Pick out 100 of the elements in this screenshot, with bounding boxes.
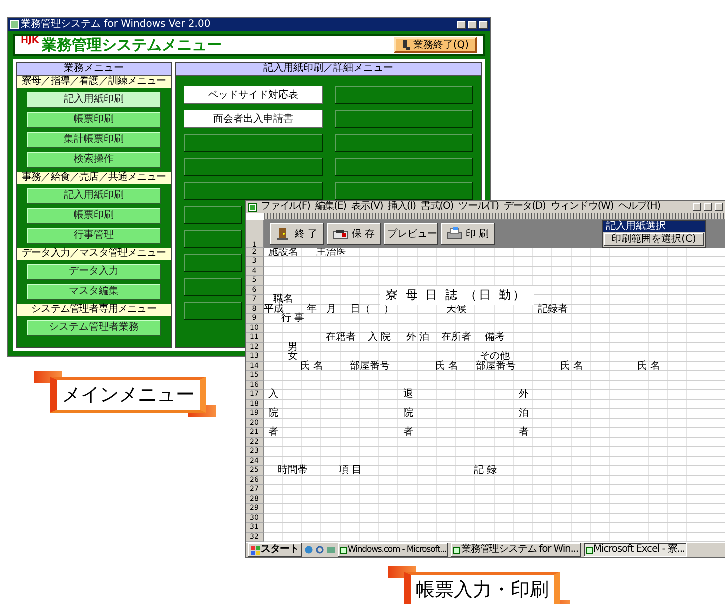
taskbar-button[interactable]: 業務管理システム for Win...: [451, 543, 580, 557]
table-cell-text: 在所者: [440, 333, 472, 342]
menu-button[interactable]: 行事管理: [27, 228, 161, 244]
table-cell-text: その他: [480, 352, 510, 362]
toolbar-button[interactable]: プレビュー: [384, 222, 438, 244]
windows-logo-icon: [251, 546, 260, 554]
taskbar-button[interactable]: Windows.com - Microsoft...: [338, 543, 448, 557]
empty-button[interactable]: [334, 134, 473, 152]
section-title: データ入力／マスタ管理メニュー: [17, 248, 171, 260]
restore-button[interactable]: [704, 203, 712, 211]
menu-button[interactable]: 集計帳票印刷: [27, 132, 161, 148]
minimize-button[interactable]: [693, 203, 701, 211]
table-cell-text: 年: [306, 304, 318, 314]
table-cell-text: 院: [402, 409, 414, 418]
minimize-button[interactable]: [457, 20, 466, 28]
taskbar-button[interactable]: Microsoft Excel - 寮...: [584, 543, 687, 557]
table-cell-text: 時間帯: [276, 466, 309, 476]
caption-label: 帳票入力・印刷: [404, 572, 560, 604]
empty-button[interactable]: [184, 206, 242, 224]
menu-button[interactable]: 帳票印刷: [27, 112, 161, 128]
close-button[interactable]: [715, 203, 723, 211]
app-title: 業務管理システムメニュー: [42, 36, 223, 54]
app-icon: [10, 20, 19, 29]
printer-icon: [446, 226, 463, 240]
panel-title: 記入用紙印刷／詳細メニュー: [176, 63, 481, 76]
table-cell-text: 備考: [484, 333, 506, 342]
empty-button[interactable]: [334, 86, 473, 104]
table-cell-text: 行 事: [281, 314, 306, 324]
menu-item[interactable]: ウィンドウ(W): [550, 201, 615, 213]
menu-item[interactable]: 書式(O): [420, 201, 455, 213]
empty-button[interactable]: [184, 134, 322, 152]
table-cell-text: 項 目: [338, 466, 364, 476]
window-icon: [340, 546, 347, 554]
empty-button[interactable]: [184, 182, 322, 200]
table-cell-text: ）: [383, 304, 396, 314]
empty-button[interactable]: [184, 302, 242, 320]
empty-button[interactable]: [184, 230, 242, 248]
menu-button[interactable]: 検索操作: [27, 152, 161, 168]
form-button[interactable]: 面会者出入申請書: [184, 110, 322, 128]
empty-button[interactable]: [334, 110, 473, 128]
table-cell-text: 外: [518, 390, 530, 400]
toolbar-button[interactable]: 終 了: [270, 222, 324, 244]
start-button[interactable]: スタート: [248, 543, 302, 557]
close-button[interactable]: [479, 20, 488, 28]
table-cell-text: 入 院: [366, 333, 392, 342]
toolbar-button[interactable]: 印 刷: [441, 222, 495, 244]
section-title: 事務／給食／売店／共通メニュー: [17, 172, 171, 184]
table-cell-text: 退: [402, 390, 414, 400]
table-cell-text: 外 泊: [405, 333, 431, 342]
empty-button[interactable]: [184, 254, 242, 272]
table-cell-text: 入: [268, 390, 280, 400]
table-cell: 部屋番号: [476, 362, 514, 371]
refresh-icon[interactable]: [316, 546, 324, 554]
menu-item[interactable]: ツール(T): [458, 201, 500, 213]
section-title: 寮母／指導／看護／訓練メニュー: [17, 76, 171, 88]
menu-item[interactable]: 表示(V): [350, 201, 384, 213]
menu-button[interactable]: マスタ編集: [27, 284, 161, 300]
menu-button[interactable]: 記入用紙印刷: [27, 188, 161, 204]
empty-button[interactable]: [184, 278, 242, 296]
form-button[interactable]: ベッドサイド対応表: [184, 86, 322, 104]
exit-icon: [402, 40, 410, 50]
table-cell-text: 氏 名: [300, 362, 325, 371]
empty-button[interactable]: [334, 158, 473, 176]
table-cell-text: 女: [286, 352, 299, 362]
logo: HJK: [21, 36, 39, 46]
caption-label: メインメニュー: [50, 377, 206, 413]
table-cell-text: 月: [325, 304, 338, 314]
window-icon: [586, 546, 592, 554]
menu-button[interactable]: 記入用紙印刷: [27, 92, 161, 108]
table-cell-text: 記録者: [536, 304, 569, 314]
table-cell-text: 氏 名: [559, 362, 585, 371]
menu-item[interactable]: データ(D): [502, 201, 547, 213]
table-cell-text: 者: [268, 428, 280, 438]
table-cell-text: 泊: [518, 409, 530, 418]
menu-button[interactable]: 帳票印刷: [27, 208, 161, 224]
table-cell-text: 氏 名: [434, 362, 460, 371]
maximize-button[interactable]: [468, 20, 477, 28]
table-cell-text: 日（: [349, 304, 372, 314]
table-cell-text: 氏 名: [636, 362, 662, 371]
empty-button[interactable]: [334, 182, 473, 200]
exit-button[interactable]: 業務終了(Q): [394, 37, 477, 53]
palette-title: 記入用紙選択: [603, 220, 705, 232]
table-cell: 平成: [264, 304, 284, 314]
window-title: 業務管理システム for Windows Ver 2.00: [21, 18, 212, 30]
window-icon: [453, 546, 460, 554]
palette-button[interactable]: 印刷範囲を選択(C): [604, 232, 704, 246]
table-cell-text: 院: [268, 409, 280, 418]
table-cell-text: 者: [518, 428, 530, 438]
menu-item[interactable]: 挿入(I): [387, 201, 417, 213]
menu-button[interactable]: システム管理者業務: [27, 320, 161, 336]
panel-title: 業務メニュー: [17, 63, 171, 76]
menu-button[interactable]: データ入力: [27, 264, 161, 280]
menu-item[interactable]: ファイル(F): [260, 201, 312, 213]
menu-item[interactable]: 編集(E): [314, 201, 348, 213]
table-cell-text: 在籍者: [325, 333, 357, 342]
empty-button[interactable]: [184, 158, 322, 176]
sheet-title: 寮 母 日 誌 （日 勤）: [380, 286, 534, 304]
table-cell-text: 部屋番号: [348, 362, 391, 371]
table-cell-text: 男: [286, 342, 299, 352]
toolbar-button[interactable]: 保 存: [327, 222, 381, 244]
